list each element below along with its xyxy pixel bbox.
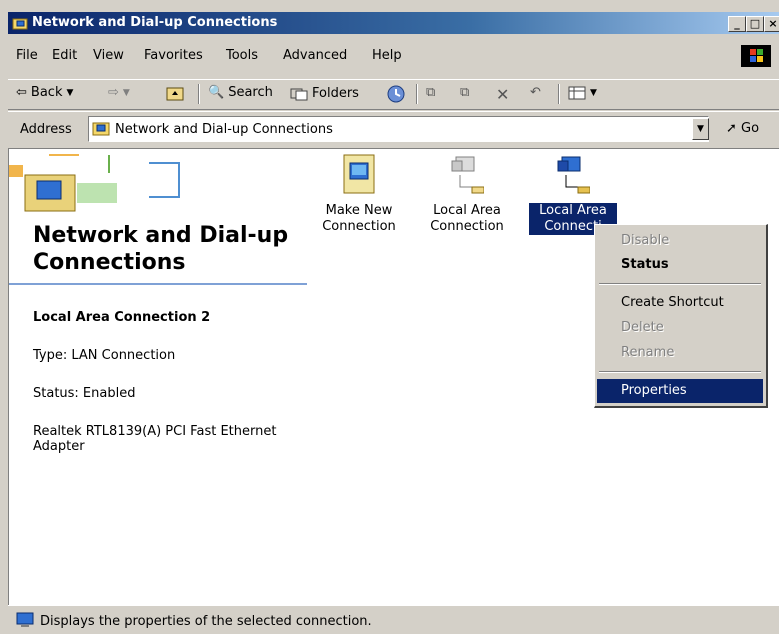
copy-to-icon: ⧉: [460, 85, 470, 100]
forward-arrow-icon: ⇨: [108, 85, 119, 100]
network-connection-icon: [557, 156, 590, 194]
views-button[interactable]: ▼: [568, 85, 597, 101]
toolbar-separator: [198, 84, 200, 104]
delete-button[interactable]: ✕: [496, 85, 509, 104]
menu-rename[interactable]: Rename: [597, 341, 763, 365]
make-new-connection-item[interactable]: Make New Connection: [315, 153, 403, 235]
menu-bar: File Edit View Favorites Tools Advanced …: [8, 36, 779, 78]
menu-separator: [599, 283, 761, 285]
undo-icon: ↶: [530, 85, 541, 100]
header-art: [9, 154, 180, 212]
forward-button[interactable]: ⇨ ▼: [108, 85, 130, 100]
address-input[interactable]: Network and Dial-up Connections: [88, 116, 709, 142]
page-title: Network and Dial-up Connections: [33, 223, 289, 275]
menu-delete[interactable]: Delete: [597, 316, 763, 340]
search-label: Search: [228, 85, 273, 100]
status-bar: Displays the properties of the selected …: [8, 605, 779, 634]
make-new-connection-icon: [343, 154, 375, 194]
move-to-button[interactable]: ⧉: [426, 85, 435, 100]
menu-properties[interactable]: Properties: [597, 379, 763, 403]
local-area-connection-item[interactable]: Local Area Connection: [423, 153, 511, 235]
go-button[interactable]: ➚ Go: [726, 121, 759, 136]
folders-icon: [290, 88, 308, 101]
icon-label: Make New Connection: [322, 203, 396, 234]
icon-label: Local Area Connection: [430, 203, 504, 234]
address-dropdown-button[interactable]: ▼: [692, 118, 709, 140]
toolbar: ⇦ Back ▼ ⇨ ▼ 🔍 Search Folders ⧉ ⧉ ✕ ↶ ▼: [8, 79, 779, 110]
back-button[interactable]: ⇦ Back ▼: [16, 85, 73, 100]
chevron-down-icon: ▼: [122, 87, 130, 98]
back-label: Back: [30, 85, 63, 100]
menu-file[interactable]: File: [16, 48, 38, 63]
menu-edit[interactable]: Edit: [52, 48, 77, 63]
toolbar-separator: [416, 84, 418, 104]
maximize-button[interactable]: □: [746, 16, 764, 32]
address-bar: Address Network and Dial-up Connections …: [8, 111, 779, 146]
move-to-icon: ⧉: [426, 85, 436, 100]
chevron-down-icon: ▼: [66, 87, 74, 98]
menu-tools[interactable]: Tools: [226, 48, 258, 63]
folders-button[interactable]: Folders: [290, 85, 359, 101]
connection-type: Type: LAN Connection: [33, 348, 176, 363]
address-value: Network and Dial-up Connections: [115, 122, 333, 137]
toolbar-separator: [558, 84, 560, 104]
menu-create-shortcut[interactable]: Create Shortcut: [597, 291, 763, 315]
menu-help[interactable]: Help: [372, 48, 402, 63]
menu-separator: [599, 371, 761, 373]
address-label: Address: [20, 122, 72, 137]
title-bar[interactable]: Network and Dial-up Connections _ □ ×: [8, 12, 779, 34]
windows-logo-icon: [741, 45, 771, 67]
history-icon: [387, 85, 405, 103]
undo-button[interactable]: ↶: [530, 85, 541, 100]
menu-favorites[interactable]: Favorites: [144, 48, 203, 63]
title-underline: [9, 283, 307, 285]
search-button[interactable]: 🔍 Search: [208, 85, 273, 100]
back-arrow-icon: ⇦: [16, 85, 27, 100]
copy-to-button[interactable]: ⧉: [460, 85, 469, 100]
minimize-button[interactable]: _: [728, 16, 746, 32]
delete-icon: ✕: [496, 85, 510, 104]
views-icon: [568, 86, 586, 100]
up-folder-icon: [166, 87, 184, 101]
menu-status[interactable]: Status: [597, 253, 763, 277]
go-label: Go: [741, 121, 760, 136]
context-menu: Disable Status Create Shortcut Delete Re…: [594, 224, 768, 408]
chevron-down-icon: ▼: [590, 88, 597, 98]
network-folder-icon: [92, 122, 110, 136]
monitor-icon: [16, 612, 34, 627]
status-text: Displays the properties of the selected …: [40, 614, 372, 629]
up-folder-button[interactable]: [166, 85, 184, 101]
menu-view[interactable]: View: [93, 48, 124, 63]
local-area-connection-2-item[interactable]: Local Area Connecti: [529, 153, 617, 235]
folders-label: Folders: [312, 85, 359, 101]
selected-connection-name: Local Area Connection 2: [33, 310, 211, 325]
network-folder-icon: [12, 18, 28, 30]
go-arrow-icon: ➚: [726, 121, 737, 136]
connection-status: Status: Enabled: [33, 386, 136, 401]
menu-disable[interactable]: Disable: [597, 229, 763, 253]
adapter-name: Realtek RTL8139(A) PCI Fast Ethernet Ada…: [33, 424, 277, 454]
menu-advanced[interactable]: Advanced: [283, 48, 347, 63]
search-icon: 🔍: [208, 85, 225, 100]
close-button[interactable]: ×: [764, 16, 779, 32]
window-title: Network and Dial-up Connections: [32, 15, 278, 30]
history-button[interactable]: [386, 85, 406, 103]
network-connection-icon: [451, 156, 484, 194]
